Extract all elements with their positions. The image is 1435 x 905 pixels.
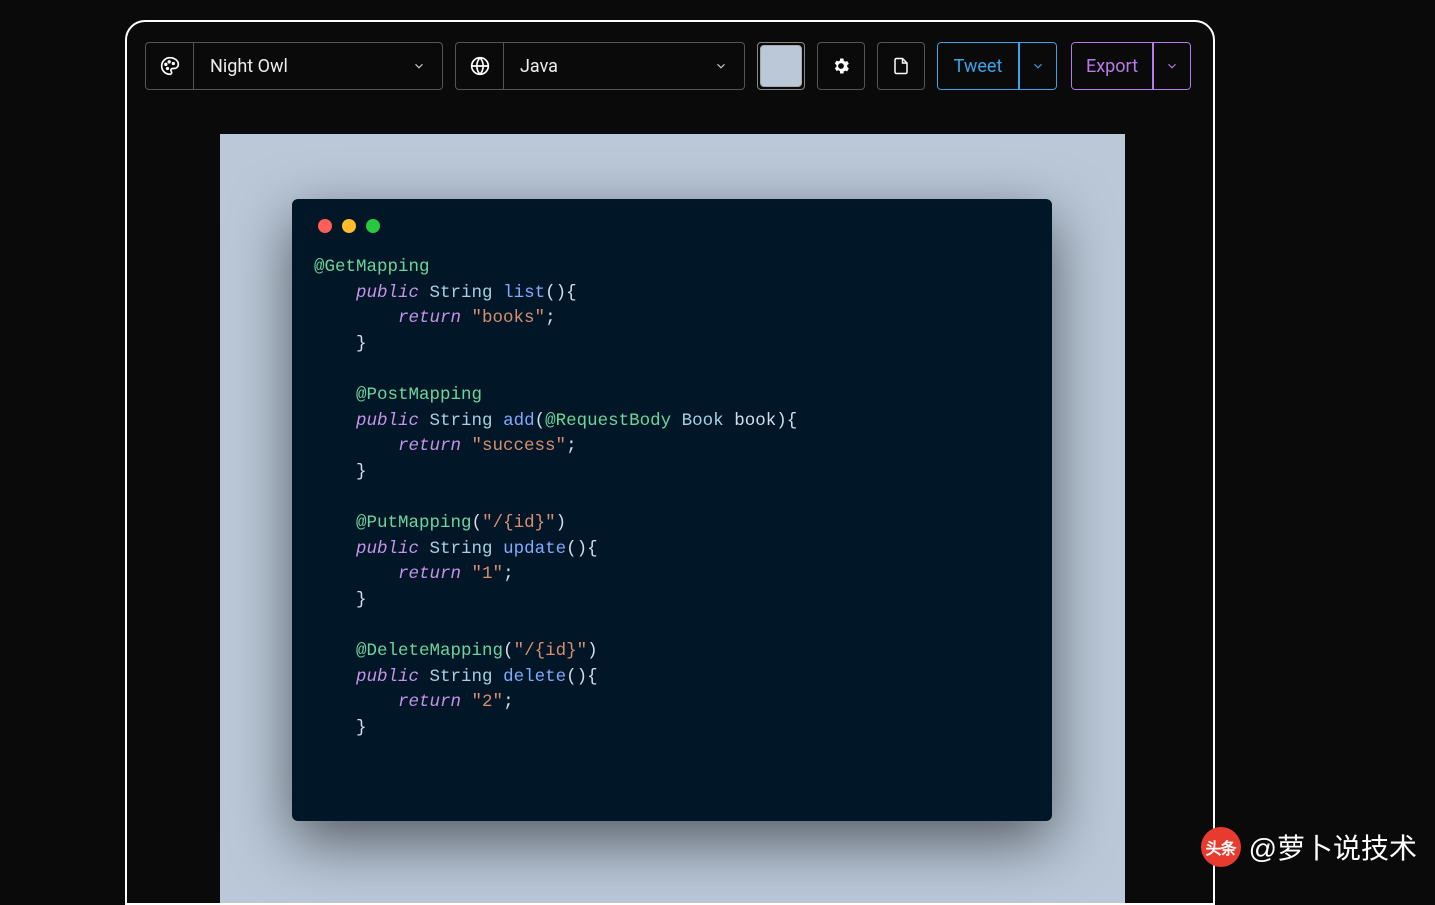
language-selector[interactable]: Java: [455, 42, 745, 90]
copy-button[interactable]: [877, 42, 925, 90]
language-select[interactable]: Java: [504, 43, 744, 89]
theme-value: Night Owl: [210, 56, 362, 77]
watermark-logo-icon: 头条: [1201, 827, 1241, 867]
watermark-handle: @萝卜说技术: [1249, 827, 1417, 867]
globe-icon: [456, 43, 504, 89]
chevron-down-icon: [714, 59, 728, 73]
export-button[interactable]: Export: [1071, 42, 1153, 90]
language-value: Java: [520, 56, 664, 77]
window-controls: [314, 199, 1030, 255]
chevron-down-icon: [1165, 59, 1179, 73]
tweet-dropdown[interactable]: [1019, 42, 1057, 90]
theme-select[interactable]: Night Owl: [194, 43, 442, 89]
chevron-down-icon: [1031, 59, 1045, 73]
watermark: 头条 @萝卜说技术: [1201, 827, 1417, 867]
code-content[interactable]: @GetMapping public String list(){ return…: [314, 255, 1030, 741]
chevron-down-icon: [412, 59, 426, 73]
export-dropdown[interactable]: [1153, 42, 1191, 90]
app-frame: Night Owl Java: [125, 20, 1215, 905]
tweet-button-group: Tweet: [937, 42, 1057, 90]
toolbar: Night Owl Java: [127, 22, 1213, 110]
theme-selector[interactable]: Night Owl: [145, 42, 443, 90]
export-label: Export: [1086, 56, 1138, 77]
tweet-label: Tweet: [954, 56, 1003, 77]
canvas-area[interactable]: @GetMapping public String list(){ return…: [220, 134, 1125, 905]
gear-icon: [831, 56, 851, 76]
tweet-button[interactable]: Tweet: [937, 42, 1019, 90]
minimize-dot-icon: [342, 219, 356, 233]
maximize-dot-icon: [366, 219, 380, 233]
document-icon: [892, 56, 910, 76]
close-dot-icon: [318, 219, 332, 233]
color-swatch: [760, 45, 802, 87]
code-editor[interactable]: @GetMapping public String list(){ return…: [292, 199, 1052, 821]
background-color-button[interactable]: [757, 42, 805, 90]
export-button-group: Export: [1071, 42, 1191, 90]
palette-icon: [146, 43, 194, 89]
settings-button[interactable]: [817, 42, 865, 90]
